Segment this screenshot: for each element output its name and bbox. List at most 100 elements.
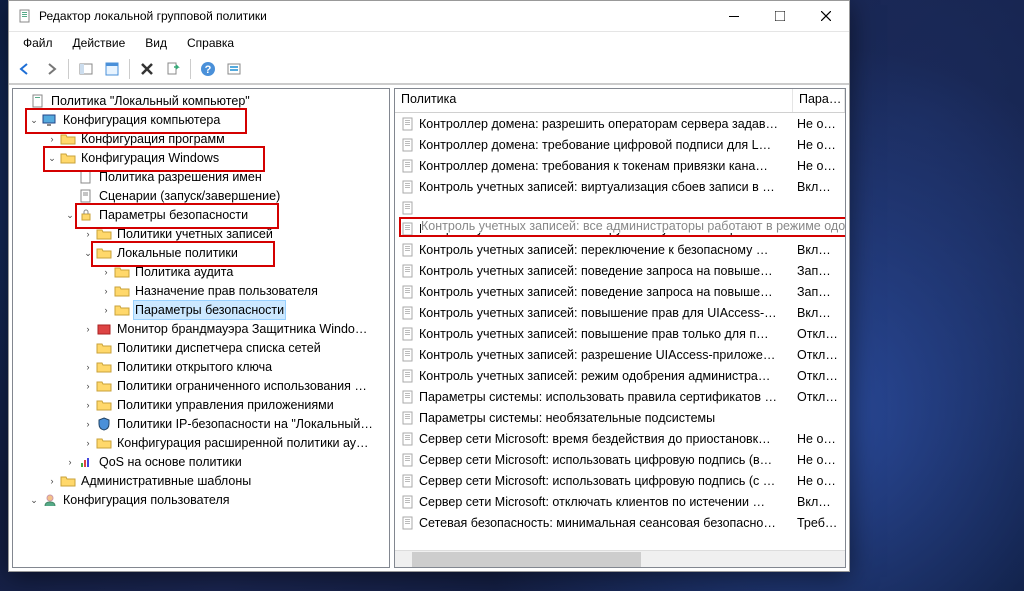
tree-program-config[interactable]: › Конфигурация программ <box>13 129 389 148</box>
chevron-right-icon[interactable]: › <box>81 434 95 452</box>
tree-windows-config[interactable]: ⌄ Конфигурация Windows <box>13 148 389 167</box>
tree-advanced-audit[interactable]: › Конфигурация расширенной политики ау… <box>13 433 389 452</box>
chevron-right-icon[interactable]: › <box>81 415 95 433</box>
tree-root[interactable]: Политика "Локальный компьютер" <box>13 91 389 110</box>
tree-qos[interactable]: › QoS на основе политики <box>13 452 389 471</box>
tree-security-options[interactable]: › Параметры безопасности <box>13 300 389 319</box>
row-label: Сервер сети Microsoft: отключать клиенто… <box>419 495 793 509</box>
properties-button[interactable] <box>100 57 124 81</box>
menu-view[interactable]: Вид <box>135 34 177 52</box>
list-row[interactable]: Сервер сети Microsoft: использовать цифр… <box>395 449 845 470</box>
chevron-right-icon[interactable]: › <box>45 130 59 148</box>
chevron-right-icon[interactable]: › <box>99 301 113 319</box>
tree-user-rights[interactable]: › Назначение прав пользователя <box>13 281 389 300</box>
list-row[interactable]: Контроль учетных записей: поведение запр… <box>395 281 845 302</box>
list-row[interactable]: Контроллер домена: разрешить операторам … <box>395 113 845 134</box>
firewall-icon <box>95 321 113 337</box>
list-header[interactable]: Политика Пара… <box>395 89 845 113</box>
export-button[interactable] <box>161 57 185 81</box>
row-label: Контроль учетных записей: повышение прав… <box>419 306 793 320</box>
list-row[interactable]: Параметры системы: использовать правила … <box>395 386 845 407</box>
tree-user-config[interactable]: ⌄ Конфигурация пользователя <box>13 490 389 509</box>
tree-label: Политики ограниченного использования … <box>115 377 369 395</box>
folder-icon <box>59 150 77 166</box>
chevron-right-icon[interactable]: › <box>45 472 59 490</box>
chevron-down-icon[interactable]: ⌄ <box>27 491 41 509</box>
chevron-down-icon[interactable]: ⌄ <box>45 149 59 167</box>
delete-button[interactable] <box>135 57 159 81</box>
tree-scripts[interactable]: Сценарии (запуск/завершение) <box>13 186 389 205</box>
chevron-right-icon[interactable]: › <box>63 453 77 471</box>
chevron-down-icon[interactable]: ⌄ <box>27 111 41 129</box>
tree-label: Политики управления приложениями <box>115 396 336 414</box>
nav-forward-button[interactable] <box>39 57 63 81</box>
tree-hscrollbar[interactable] <box>13 567 389 568</box>
menu-file[interactable]: Файл <box>13 34 63 52</box>
tree-ip-security[interactable]: › Политики IP-безопасности на "Локальный… <box>13 414 389 433</box>
list-row[interactable]: Параметры системы: необязательные подсис… <box>395 407 845 428</box>
list-row[interactable]: Контроль учетных записей: переключение к… <box>395 239 845 260</box>
gpedit-window: Редактор локальной групповой политики Фа… <box>8 0 850 572</box>
chevron-right-icon[interactable]: › <box>81 396 95 414</box>
tree-admin-templates[interactable]: › Административные шаблоны <box>13 471 389 490</box>
list-row[interactable]: Сервер сети Microsoft: время бездействия… <box>395 428 845 449</box>
titlebar[interactable]: Редактор локальной групповой политики <box>9 1 849 32</box>
header-param[interactable]: Пара… <box>793 89 845 112</box>
menu-action[interactable]: Действие <box>63 34 136 52</box>
tree-name-resolution[interactable]: Политика разрешения имен <box>13 167 389 186</box>
list-row[interactable]: Контроллер домена: требование цифровой п… <box>395 134 845 155</box>
policy-tree[interactable]: Политика "Локальный компьютер" ⌄ Конфигу… <box>13 89 389 567</box>
tree-app-control[interactable]: › Политики управления приложениями <box>13 395 389 414</box>
list-row[interactable]: Сервер сети Microsoft: отключать клиенто… <box>395 491 845 512</box>
list-row[interactable]: Контроллер домена: требования к токенам … <box>395 155 845 176</box>
list-row[interactable]: Контроль учетных записей: виртуализация … <box>395 176 845 197</box>
row-label: Сетевая безопасность: минимальная сеансо… <box>419 516 793 530</box>
nav-back-button[interactable] <box>13 57 37 81</box>
header-policy[interactable]: Политика <box>395 89 793 112</box>
policy-doc-icon <box>399 515 417 531</box>
maximize-button[interactable] <box>757 1 803 31</box>
help-button[interactable]: ? <box>196 57 220 81</box>
list-body[interactable]: Контроль учетных записей: все администра… <box>395 113 845 550</box>
list-row[interactable]: Контроль учетных записей: разрешение UIA… <box>395 344 845 365</box>
list-row[interactable]: Контроль учетных записей: повышение прав… <box>395 302 845 323</box>
chevron-down-icon[interactable]: ⌄ <box>63 206 77 224</box>
tree-computer-config[interactable]: ⌄ Конфигурация компьютера <box>13 110 389 129</box>
tree-software-restriction[interactable]: › Политики ограниченного использования … <box>13 376 389 395</box>
row-value: Не о… <box>793 117 845 131</box>
row-label: Сервер сети Microsoft: использовать цифр… <box>419 474 793 488</box>
close-button[interactable] <box>803 1 849 31</box>
chevron-right-icon[interactable]: › <box>81 358 95 376</box>
minimize-button[interactable] <box>711 1 757 31</box>
row-value: Не о… <box>793 453 845 467</box>
tree-local-policies[interactable]: ⌄ Локальные политики <box>13 243 389 262</box>
tree-security-settings[interactable]: ⌄ Параметры безопасности <box>13 205 389 224</box>
show-hide-tree-button[interactable] <box>74 57 98 81</box>
tree-firewall[interactable]: › Монитор брандмауэра Защитника Windo… <box>13 319 389 338</box>
list-row[interactable]: Контроль учетных записей: поведение запр… <box>395 260 845 281</box>
list-row[interactable]: Сетевая безопасность: минимальная сеансо… <box>395 512 845 533</box>
row-value: Откл… <box>793 369 845 383</box>
list-row[interactable]: Контроль учетных записей: режим одобрени… <box>395 365 845 386</box>
chevron-down-icon[interactable]: ⌄ <box>81 244 95 262</box>
tree-account-policies[interactable]: › Политики учетных записей <box>13 224 389 243</box>
tree-panel[interactable]: Политика "Локальный компьютер" ⌄ Конфигу… <box>12 88 390 568</box>
tree-network-list[interactable]: Политики диспетчера списка сетей <box>13 338 389 357</box>
tree-audit-policy[interactable]: › Политика аудита <box>13 262 389 281</box>
chevron-right-icon[interactable]: › <box>99 282 113 300</box>
list-row[interactable] <box>395 197 845 218</box>
scrollbar-thumb[interactable] <box>412 552 641 567</box>
list-panel: Политика Пара… Контроль учетных записей:… <box>394 88 846 568</box>
list-row[interactable]: Контроль учетных записей: повышение прав… <box>395 323 845 344</box>
tree-public-key[interactable]: › Политики открытого ключа <box>13 357 389 376</box>
chevron-right-icon[interactable]: › <box>81 225 95 243</box>
filter-button[interactable] <box>222 57 246 81</box>
list-row[interactable]: Сервер сети Microsoft: использовать цифр… <box>395 470 845 491</box>
menu-help[interactable]: Справка <box>177 34 244 52</box>
policy-doc-icon <box>399 473 417 489</box>
policy-doc-icon <box>399 158 417 174</box>
chevron-right-icon[interactable]: › <box>99 263 113 281</box>
chevron-right-icon[interactable]: › <box>81 320 95 338</box>
chevron-right-icon[interactable]: › <box>81 377 95 395</box>
list-hscrollbar[interactable] <box>395 550 845 567</box>
